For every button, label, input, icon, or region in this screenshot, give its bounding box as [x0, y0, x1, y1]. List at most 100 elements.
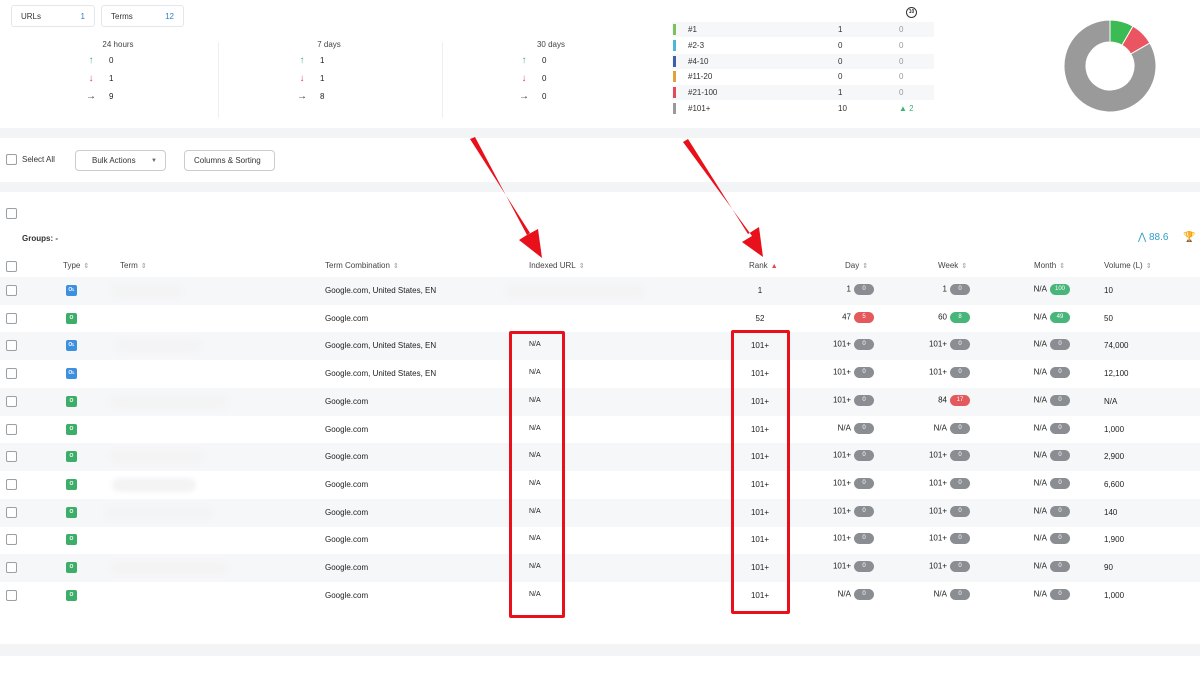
distribution-row[interactable]: #101+ 10 ▲ 2: [672, 101, 934, 116]
color-swatch: [673, 39, 676, 51]
sort-icon: ⇕: [961, 263, 968, 270]
bulk-actions-dropdown[interactable]: Bulk Actions ▼: [75, 150, 166, 171]
declined-count: 1: [320, 74, 325, 83]
row-checkbox[interactable]: [6, 534, 17, 546]
col-header-term[interactable]: Term ⇕: [120, 261, 147, 270]
week-cell: 101+ 0: [914, 505, 970, 517]
improved-count: 0: [542, 56, 547, 65]
day-cell: 101+ 0: [818, 561, 874, 572]
period-stats: 24 hours ↑ 0 ↓ 1 → 9: [18, 40, 218, 120]
col-header-rank[interactable]: Rank ▲: [749, 261, 778, 270]
col-header-type[interactable]: Type ⇕: [63, 261, 89, 270]
row-checkbox[interactable]: [6, 312, 17, 324]
rank-donut-chart: [1063, 19, 1157, 113]
term-combination: Google.com: [325, 590, 369, 600]
table-row[interactable]: O Google.com N/A 101+ N/A 0 N/A 0 N/A 0 1,000: [0, 582, 1200, 610]
day-change-pill: 0: [854, 284, 874, 295]
sort-icon: ⇕: [1059, 263, 1066, 270]
month-change-pill: 0: [1050, 561, 1070, 572]
distribution-row[interactable]: #11-20 0 0: [672, 69, 934, 84]
summary-panel: URLs 1 Terms 12 24 hours ↑ 0 ↓ 1 → 9 7 days ↑ 1 ↓ 1…: [0, 0, 1200, 128]
table-row[interactable]: O Google.com 52 47 5 60 8 N/A 49 50: [0, 305, 1200, 333]
row-checkbox[interactable]: [6, 589, 17, 601]
urls-card[interactable]: URLs 1: [11, 5, 95, 27]
table-row[interactable]: O Google.com N/A 101+ 101+ 0 101+ 0 N/A 0 1,900: [0, 526, 1200, 554]
month-rank: N/A: [1033, 312, 1047, 322]
trophy-icon[interactable]: 🏆: [1183, 232, 1195, 243]
improved-row: ↑ 0: [451, 56, 651, 70]
distribution-change: 0: [899, 25, 904, 34]
day-change-pill: 0: [854, 339, 874, 351]
table-row[interactable]: O Google.com N/A 101+ 101+ 0 101+ 0 N/A 0 90: [0, 554, 1200, 582]
col-header-combination[interactable]: Term Combination ⇕: [325, 261, 399, 270]
day-change-pill: 0: [854, 561, 874, 572]
terms-card[interactable]: Terms 12: [101, 5, 184, 27]
distribution-count: 0: [838, 40, 843, 50]
table-row[interactable]: O Google.com N/A 101+ N/A 0 N/A 0 N/A 0 1,000: [0, 416, 1200, 444]
day-change-pill: 0: [854, 533, 874, 545]
day-change-pill: 0: [854, 450, 874, 462]
visibility-icon: ⋀: [1138, 232, 1147, 243]
terms-count: 12: [165, 11, 174, 21]
groups-label: Groups: -: [22, 234, 58, 243]
row-checkbox[interactable]: [6, 395, 17, 407]
table-row[interactable]: O Google.com N/A 101+ 101+ 0 101+ 0 N/A 0 6,600: [0, 471, 1200, 499]
day-rank: 47: [842, 312, 851, 322]
type-badge: O: [66, 478, 77, 490]
table-row[interactable]: O Google.com N/A 101+ 101+ 0 101+ 0 N/A 0 2,900: [0, 443, 1200, 472]
day-change-pill: 0: [854, 588, 874, 600]
month-change-pill: 49: [1050, 311, 1070, 323]
row-checkbox[interactable]: [6, 340, 17, 352]
col-header-week[interactable]: Week ⇕: [938, 261, 967, 270]
table-row[interactable]: Oʟ Google.com, United States, EN 1 1 0 1 0 N/A 1…: [0, 277, 1200, 305]
col-header-week-label: Week: [938, 261, 959, 270]
row-checkbox[interactable]: [6, 562, 17, 573]
table-row[interactable]: Oʟ Google.com, United States, EN N/A 101+ 10…: [0, 360, 1200, 388]
month-rank: N/A: [1033, 450, 1047, 460]
refresh-icon[interactable]: 10: [906, 7, 917, 18]
col-header-month[interactable]: Month ⇕: [1034, 261, 1065, 270]
visibility-score[interactable]: ⋀ 88.6: [1138, 232, 1168, 243]
distribution-row[interactable]: #4-10 0 0: [672, 53, 934, 69]
divider: [442, 42, 443, 118]
annotation-arrow-left: [470, 137, 542, 258]
select-all-checkbox[interactable]: [6, 154, 17, 165]
col-header-indexed-url[interactable]: Indexed URL ⇕: [529, 261, 585, 270]
distribution-change: 0: [899, 88, 904, 98]
table-row[interactable]: O Google.com N/A 101+ 101+ 0 84 17 N/A 0 N/A: [0, 387, 1200, 416]
annotation-arrows: [470, 137, 763, 258]
month-rank: N/A: [1033, 284, 1047, 294]
month-cell: N/A 0: [1020, 505, 1070, 517]
week-cell: 10: [914, 284, 970, 295]
sort-icon: ⇕: [578, 263, 585, 270]
row-checkbox[interactable]: [6, 368, 17, 380]
week-cell: 84 17: [914, 394, 970, 406]
row-checkbox[interactable]: [6, 506, 17, 518]
select-all-label[interactable]: Select All: [22, 155, 55, 164]
improved-row: ↑ 0: [18, 56, 218, 70]
month-change-pill: 0: [1050, 450, 1070, 462]
day-rank: 101+: [832, 478, 851, 488]
col-header-day[interactable]: Day ⇕: [845, 261, 868, 270]
header-checkbox[interactable]: [6, 261, 17, 272]
row-checkbox[interactable]: [6, 285, 17, 296]
week-rank: 101+: [928, 506, 947, 516]
table-row[interactable]: Oʟ Google.com, United States, EN N/A 101+ 10…: [0, 332, 1200, 361]
term-combination: Google.com, United States, EN: [325, 341, 437, 351]
distribution-row[interactable]: #1 1 0: [672, 22, 934, 37]
search-volume: 1,900: [1104, 535, 1125, 545]
week-change-pill: 0: [950, 422, 970, 434]
row-checkbox[interactable]: [6, 423, 17, 435]
group-checkbox[interactable]: [6, 208, 17, 219]
distribution-label: #21-100: [688, 88, 718, 98]
search-volume: 6,600: [1104, 479, 1125, 489]
row-checkbox[interactable]: [6, 478, 17, 490]
columns-sorting-button[interactable]: Columns & Sorting: [184, 150, 275, 171]
distribution-row[interactable]: #21-100 1 0: [672, 85, 934, 101]
type-badge: O: [66, 534, 77, 546]
table-row[interactable]: O Google.com N/A 101+ 101+ 0 101+ 0 N/A 0 140: [0, 498, 1200, 527]
col-header-volume[interactable]: Volume (L) ⇕: [1104, 261, 1152, 270]
week-change-pill: 17: [950, 394, 970, 406]
row-checkbox[interactable]: [6, 451, 17, 463]
distribution-row[interactable]: #2-3 0 0: [672, 38, 934, 53]
